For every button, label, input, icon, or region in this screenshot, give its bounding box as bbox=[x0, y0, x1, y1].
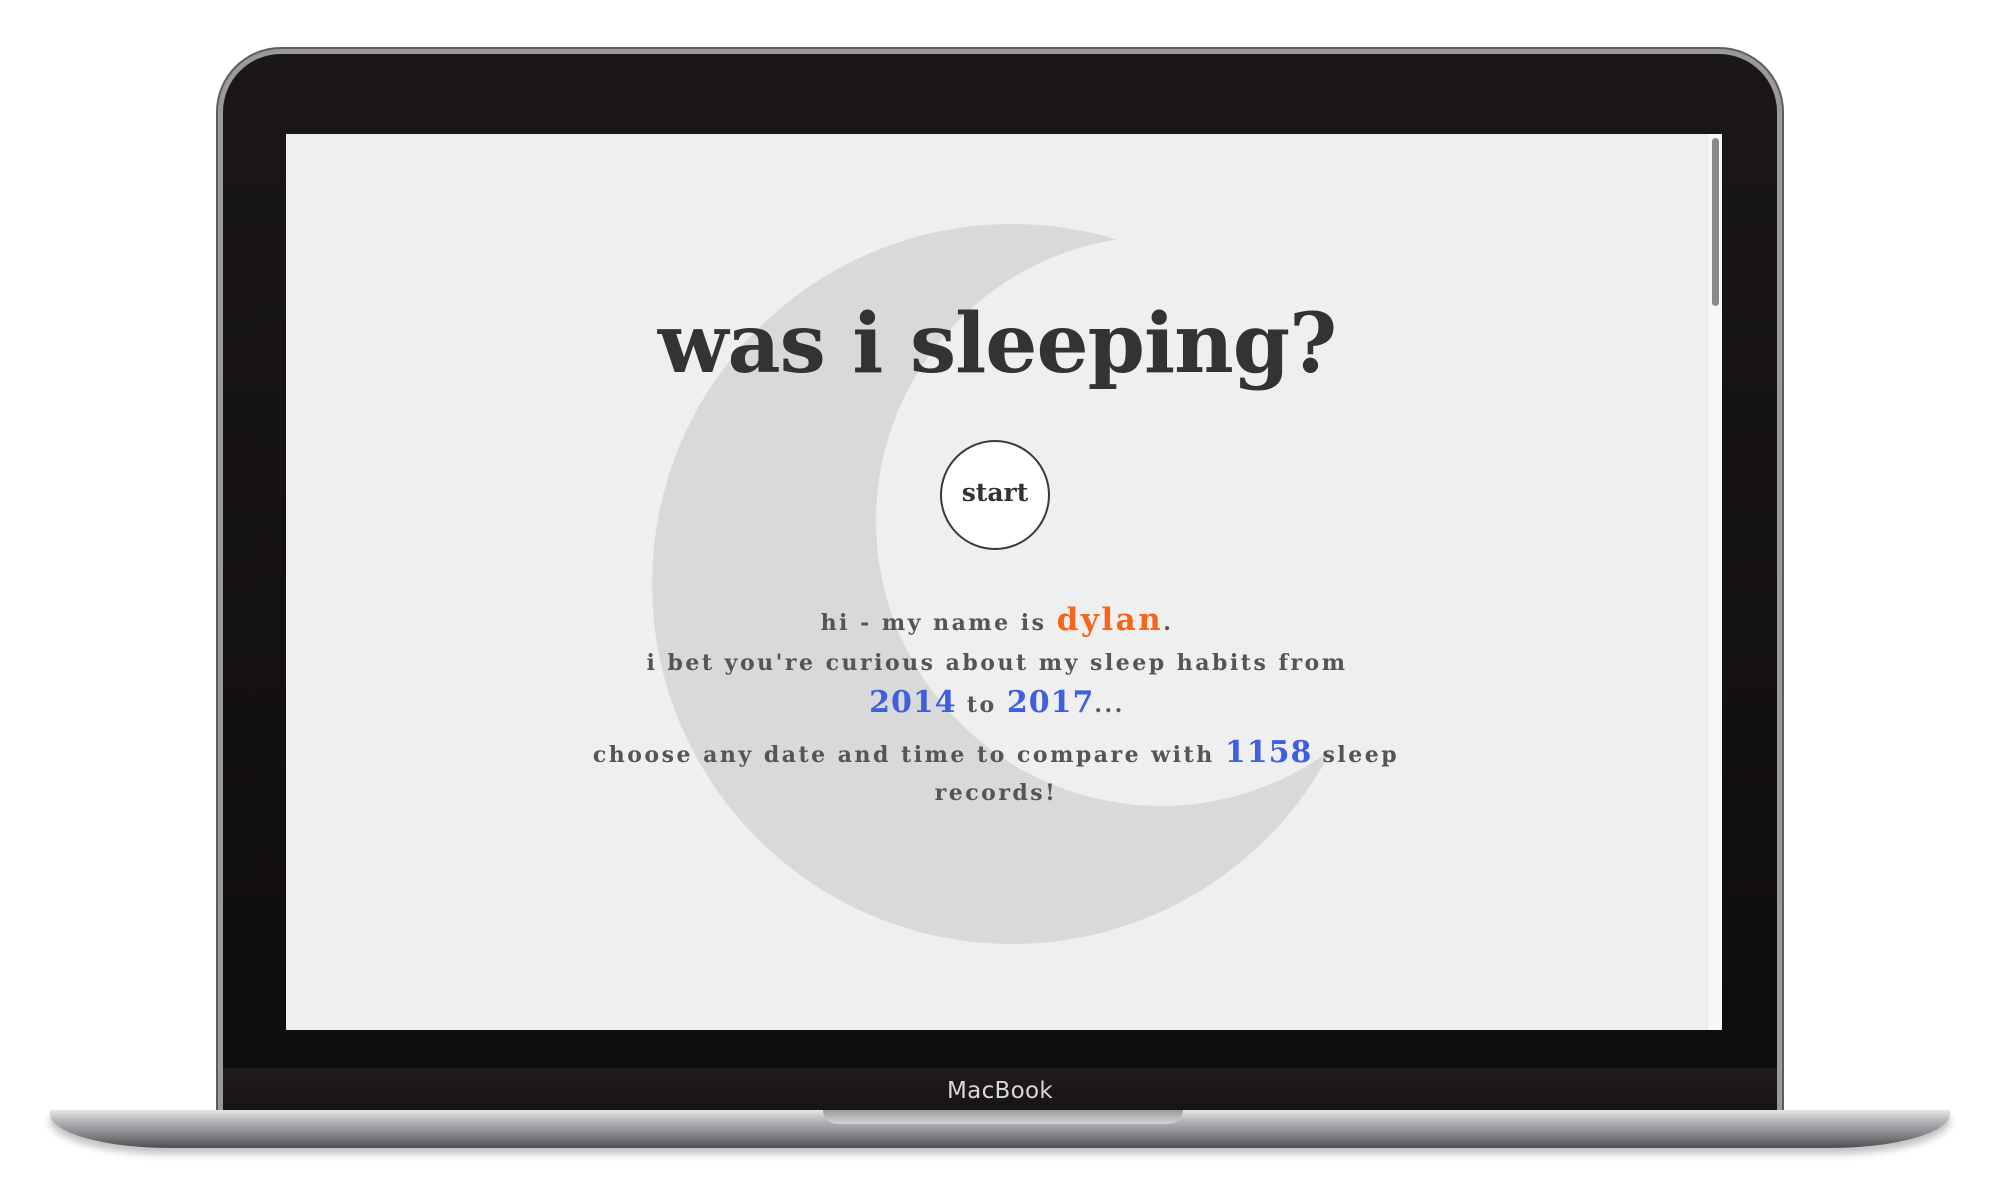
start-button[interactable]: start bbox=[940, 440, 1050, 550]
intro-line-2: i bet you're curious about my sleep habi… bbox=[646, 650, 1348, 676]
intro-line-1: hi - my name is dylan. bbox=[286, 600, 1708, 643]
page-content: was i sleeping? start hi - my name is dy… bbox=[286, 134, 1708, 1030]
compare-text: choose any date and time to compare with… bbox=[586, 734, 1406, 812]
intro-greeting: hi - my name is bbox=[820, 610, 1057, 636]
author-name: dylan bbox=[1056, 602, 1164, 638]
browser-viewport: was i sleeping? start hi - my name is dy… bbox=[286, 134, 1722, 1030]
compare-prefix: choose any date and time to compare with bbox=[592, 742, 1225, 768]
vertical-scrollbar[interactable] bbox=[1707, 134, 1722, 1030]
intro-ellipsis: ... bbox=[1094, 692, 1125, 718]
year-connector: to bbox=[956, 692, 1007, 718]
intro-line-3: 2014 to 2017... bbox=[286, 683, 1708, 725]
device-label: MacBook bbox=[947, 1078, 1053, 1104]
intro-text: hi - my name is dylan. i bet you're curi… bbox=[286, 600, 1708, 725]
year-start: 2014 bbox=[869, 685, 957, 720]
intro-period: . bbox=[1163, 610, 1174, 636]
page-title: was i sleeping? bbox=[657, 296, 1337, 392]
laptop-notch bbox=[823, 1110, 1183, 1124]
year-end: 2017 bbox=[1006, 685, 1095, 720]
scrollbar-thumb[interactable] bbox=[1712, 138, 1719, 306]
record-count: 1158 bbox=[1224, 735, 1313, 770]
